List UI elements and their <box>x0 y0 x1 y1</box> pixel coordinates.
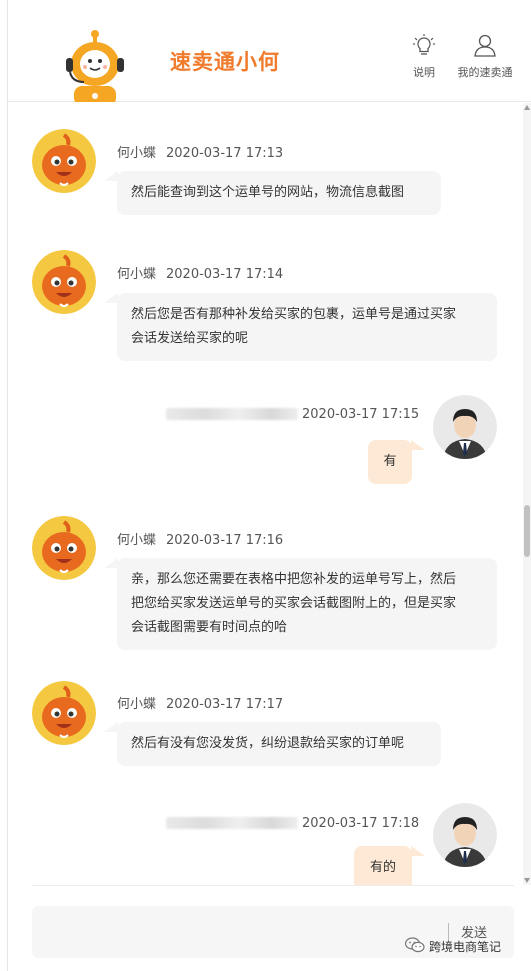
header: 速卖通小何 说明 我的速卖通 <box>8 0 531 102</box>
message-bubble: 然后有没有您没发货，纠纷退款给买家的订单呢 <box>117 722 441 766</box>
app-title: 速卖通小何 <box>170 50 280 74</box>
message-text: 有的 <box>369 860 396 875</box>
message-text: 然后能查询到这个运单号的网站，物流信息截图 <box>131 185 405 200</box>
timestamp: 2020-03-17 17:13 <box>166 146 284 161</box>
timestamp: 2020-03-17 17:15 <box>302 407 420 422</box>
message-text: 有 <box>383 454 397 469</box>
message-meta: 2020-03-17 17:15 <box>302 407 419 422</box>
message-text-line: 亲，那么您还需要在表格中把您补发的运单号写上，然后 <box>131 572 457 587</box>
message-bubble: 有 <box>368 440 412 484</box>
timestamp: 2020-03-17 17:18 <box>302 816 420 831</box>
user-avatar <box>433 803 497 867</box>
wechat-icon <box>404 937 425 956</box>
watermark: 跨境电商笔记 <box>404 937 502 956</box>
user-icon <box>452 34 518 58</box>
agent-avatar <box>32 250 96 314</box>
window-left-edge <box>0 0 8 971</box>
my-aliexpress-button[interactable]: 我的速卖通 <box>452 34 518 80</box>
composer-divider <box>32 885 514 886</box>
message-meta: 何小蝶 2020-03-17 17:17 <box>117 693 283 712</box>
sender-name: 何小蝶 <box>117 697 157 712</box>
agent-avatar <box>32 681 96 745</box>
user-avatar <box>433 395 497 459</box>
sender-name: 何小蝶 <box>117 267 157 282</box>
robot-logo <box>60 28 130 102</box>
message-meta: 何小蝶 2020-03-17 17:13 <box>117 142 283 161</box>
message-bubble: 有的 <box>354 846 412 885</box>
message-text-line: 会话截图需要有时间点的哈 <box>131 620 288 635</box>
help-label: 说明 <box>413 66 435 79</box>
sender-name: 何小蝶 <box>117 146 157 161</box>
timestamp: 2020-03-17 17:16 <box>166 533 284 548</box>
chat-history[interactable]: 何小蝶 2020-03-17 17:13 然后能查询到这个运单号的网站，物流信息截… <box>8 103 523 885</box>
timestamp: 2020-03-17 17:17 <box>166 697 284 712</box>
message-bubble: 然后能查询到这个运单号的网站，物流信息截图 <box>117 171 441 215</box>
message-text-line: 把您给买家发送运单号的买家会话截图附上的，但是买家 <box>131 596 457 611</box>
redacted-sender-name <box>166 408 298 420</box>
agent-avatar <box>32 516 96 580</box>
help-button[interactable]: 说明 <box>406 34 442 80</box>
message-bubble: 亲，那么您还需要在表格中把您补发的运单号写上，然后 把您给买家发送运单号的买家会… <box>117 558 497 650</box>
redacted-sender-name <box>166 817 298 829</box>
message-text-line: 然后您是否有那种补发给买家的包裹，运单号是通过买家 <box>131 307 457 322</box>
message-text: 然后有没有您没发货，纠纷退款给买家的订单呢 <box>131 736 405 751</box>
bubble-tail <box>104 558 118 568</box>
timestamp: 2020-03-17 17:14 <box>166 267 284 282</box>
scrollbar-thumb[interactable] <box>524 505 530 557</box>
message-bubble: 然后您是否有那种补发给买家的包裹，运单号是通过买家 会话发送给买家的呢 <box>117 293 497 361</box>
message-text-line: 会话发送给买家的呢 <box>131 331 249 346</box>
scroll-down-arrow-icon[interactable] <box>524 878 530 883</box>
bubble-tail <box>104 171 118 181</box>
message-meta: 何小蝶 2020-03-17 17:16 <box>117 529 283 548</box>
bubble-tail <box>411 440 425 450</box>
watermark-text: 跨境电商笔记 <box>429 940 502 954</box>
bulb-icon <box>406 34 442 58</box>
chat-scrollbar[interactable] <box>523 103 531 885</box>
sender-name: 何小蝶 <box>117 533 157 548</box>
scroll-up-arrow-icon[interactable] <box>524 105 530 110</box>
agent-avatar <box>32 129 96 193</box>
message-meta: 2020-03-17 17:18 <box>302 816 419 831</box>
bubble-tail <box>104 293 118 303</box>
bubble-tail <box>104 722 118 732</box>
message-meta: 何小蝶 2020-03-17 17:14 <box>117 263 283 282</box>
my-aliexpress-label: 我的速卖通 <box>457 66 513 79</box>
bubble-tail <box>411 846 425 856</box>
